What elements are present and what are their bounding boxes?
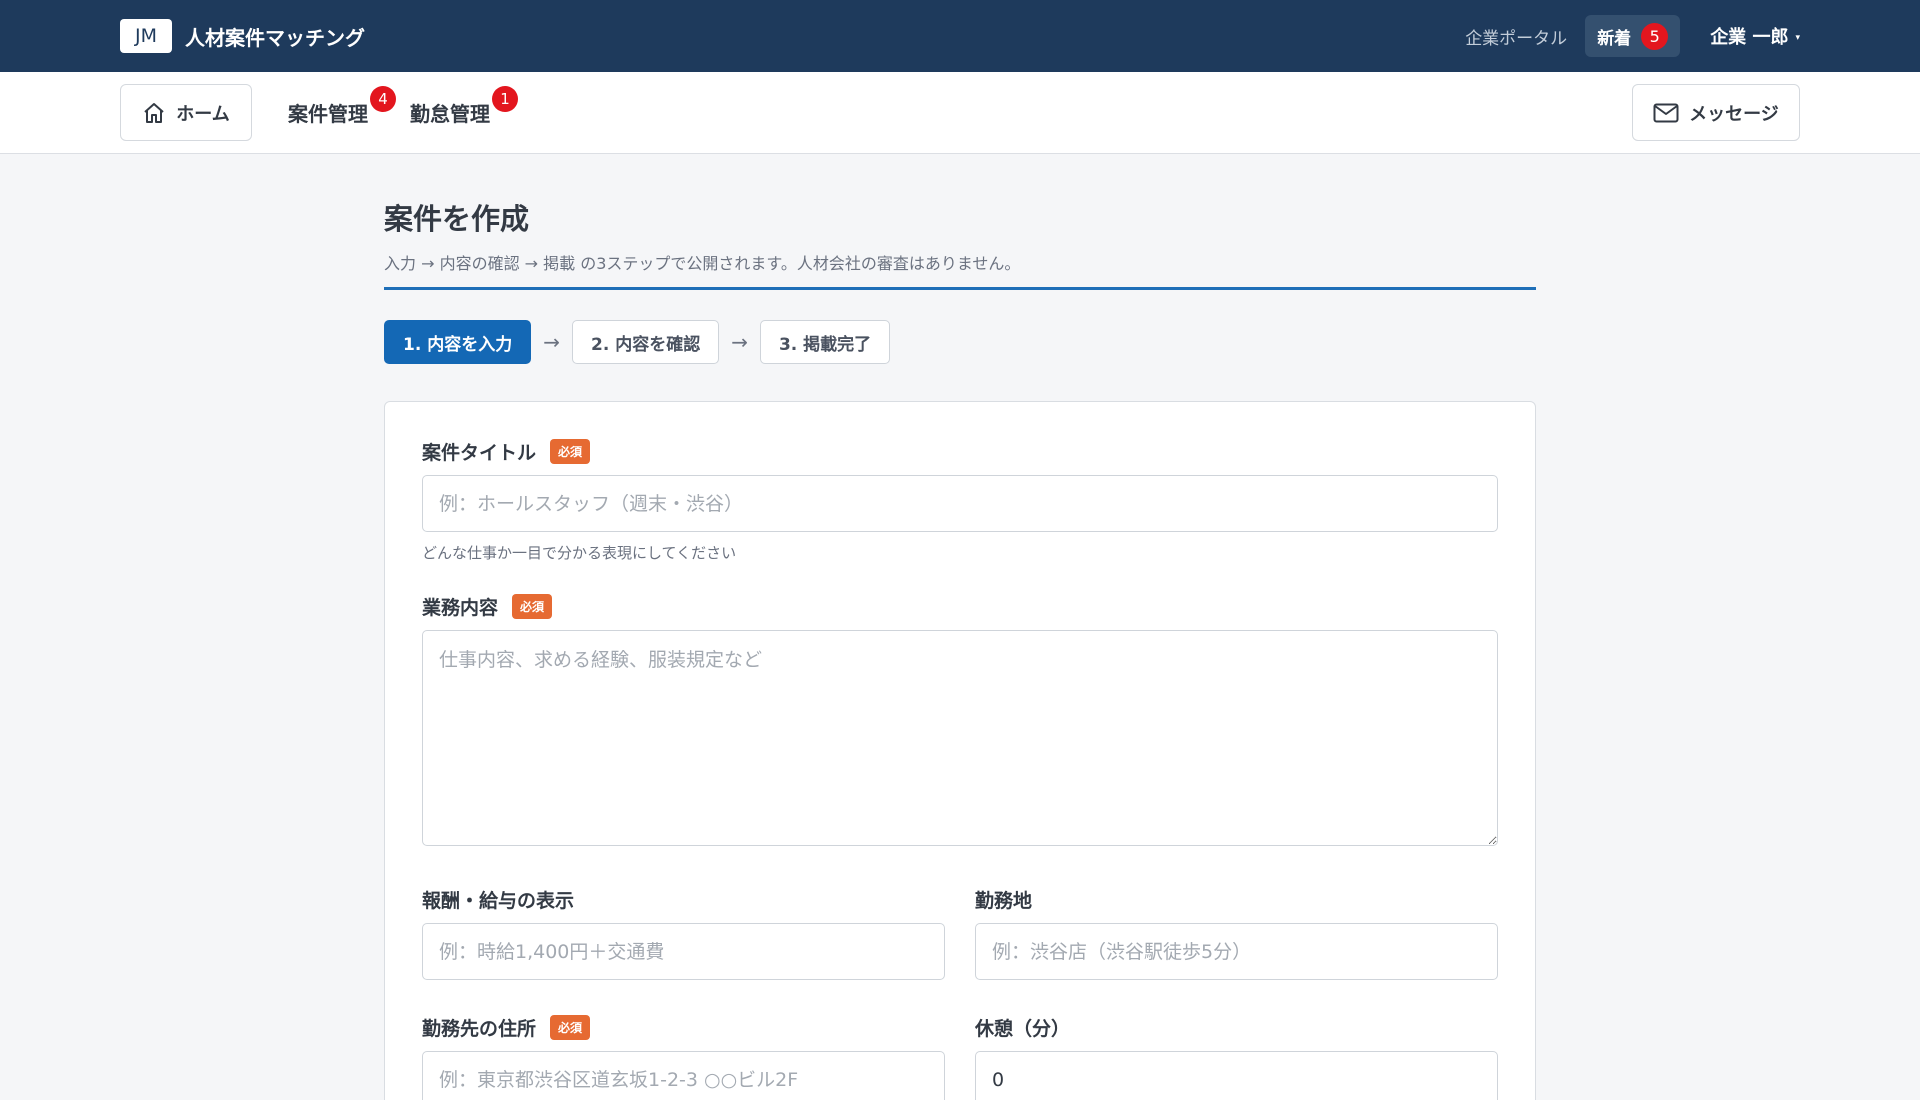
main-content: 案件を作成 入力 → 内容の確認 → 掲載 の3ステップで公開されます。人材会社…	[384, 154, 1536, 1100]
step-complete: 3. 掲載完了	[759, 320, 891, 364]
news-count-badge: 5	[1641, 22, 1669, 50]
portal-label: 企業ポータル	[1465, 28, 1568, 49]
messages-button[interactable]: メッセージ	[1632, 84, 1800, 141]
top-bar: JM 人材案件マッチング 企業ポータル 新着 5 企業 一郎 ▾	[0, 0, 1920, 72]
location-input[interactable]	[975, 923, 1498, 980]
salary-location-row: 報酬・給与の表示 勤務地	[422, 886, 1498, 980]
home-label: ホーム	[176, 103, 230, 125]
nav-item-projects[interactable]: 案件管理 4	[288, 86, 396, 127]
arrow-right-icon: →	[543, 330, 560, 354]
address-break-row: 勤務先の住所 必須 休憩（分）	[422, 1014, 1498, 1100]
salary-input[interactable]	[422, 923, 945, 980]
app-title[interactable]: 人材案件マッチング	[185, 22, 365, 51]
salary-label-text: 報酬・給与の表示	[422, 890, 575, 912]
title-input[interactable]	[422, 475, 1498, 532]
salary-label: 報酬・給与の表示	[422, 886, 945, 913]
user-name: 企業 一郎	[1710, 27, 1789, 48]
nav-item-label: 勤怠管理	[410, 102, 490, 126]
required-badge: 必須	[550, 1015, 591, 1040]
location-label-text: 勤務地	[975, 890, 1033, 912]
messages-label: メッセージ	[1689, 103, 1779, 125]
arrow-right-icon: →	[731, 330, 748, 354]
required-badge: 必須	[550, 439, 591, 464]
user-menu[interactable]: 企業 一郎 ▾	[1710, 23, 1800, 49]
form-card: 案件タイトル 必須 どんな仕事か一目で分かる表現にしてください 業務内容 必須 …	[384, 401, 1536, 1100]
news-button[interactable]: 新着 5	[1585, 15, 1681, 57]
break-field: 休憩（分）	[975, 1014, 1498, 1100]
page-subtitle: 入力 → 内容の確認 → 掲載 の3ステップで公開されます。人材会社の審査はあり…	[384, 250, 1536, 290]
nav-bar: ホーム 案件管理 4 勤怠管理 1 メッセージ	[0, 72, 1920, 154]
address-label: 勤務先の住所 必須	[422, 1014, 945, 1041]
location-field: 勤務地	[975, 886, 1498, 980]
nav-badge: 1	[492, 86, 518, 112]
title-label: 案件タイトル 必須	[422, 438, 1498, 465]
nav-item-label: 案件管理	[288, 102, 368, 126]
nav-badge: 4	[370, 86, 396, 112]
nav-item-attendance[interactable]: 勤怠管理 1	[410, 86, 518, 127]
step-input: 1. 内容を入力	[384, 320, 532, 364]
address-input[interactable]	[422, 1051, 945, 1100]
description-textarea[interactable]	[422, 630, 1498, 846]
description-label-text: 業務内容	[422, 597, 499, 619]
break-input[interactable]	[975, 1051, 1498, 1100]
mail-icon	[1653, 103, 1679, 122]
home-icon	[144, 102, 164, 123]
step-confirm: 2. 内容を確認	[571, 320, 720, 364]
break-label-text: 休憩（分）	[975, 1018, 1071, 1040]
break-label: 休憩（分）	[975, 1014, 1498, 1041]
top-bar-right: 企業ポータル 新着 5 企業 一郎 ▾	[1465, 15, 1800, 57]
app-logo[interactable]: JM	[120, 19, 172, 53]
caret-down-icon: ▾	[1795, 32, 1800, 43]
home-button[interactable]: ホーム	[120, 84, 252, 141]
salary-field: 報酬・給与の表示	[422, 886, 945, 980]
title-label-text: 案件タイトル	[422, 442, 537, 464]
location-label: 勤務地	[975, 886, 1498, 913]
title-hint: どんな仕事か一目で分かる表現にしてください	[422, 544, 737, 562]
description-label: 業務内容 必須	[422, 593, 1498, 620]
required-badge: 必須	[512, 594, 553, 619]
step-indicator: 1. 内容を入力 → 2. 内容を確認 → 3. 掲載完了	[384, 320, 1536, 364]
address-label-text: 勤務先の住所	[422, 1018, 537, 1040]
news-label: 新着	[1597, 28, 1632, 49]
page-title: 案件を作成	[384, 202, 530, 236]
address-field: 勤務先の住所 必須	[422, 1014, 945, 1100]
